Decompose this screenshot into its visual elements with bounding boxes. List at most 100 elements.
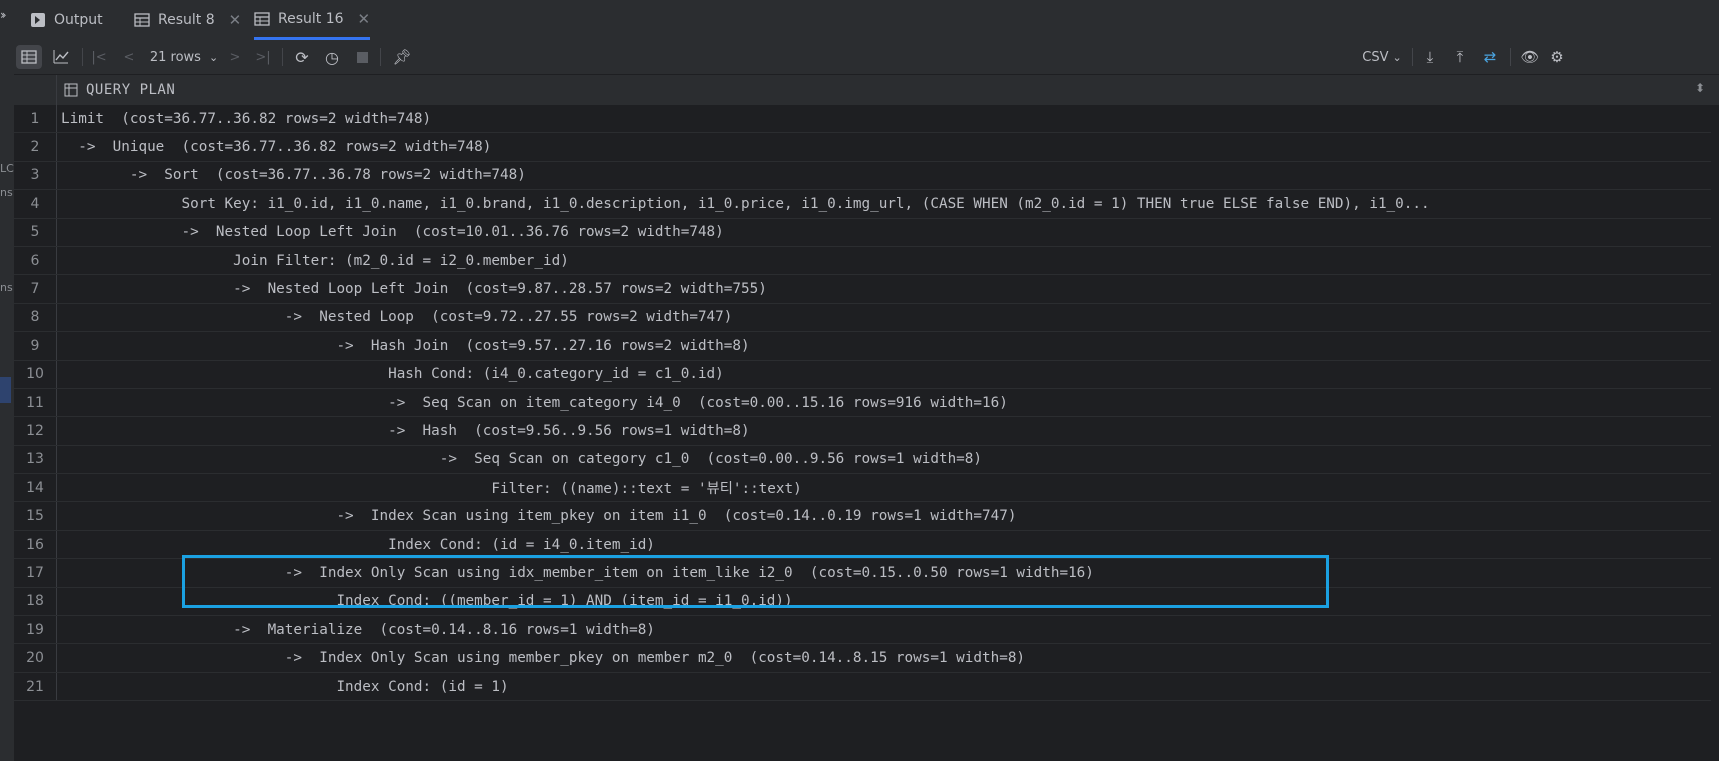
expand-panel-icon[interactable]: ›› <box>0 8 6 22</box>
first-page-button[interactable]: |< <box>88 45 110 69</box>
table-row[interactable]: 17 -> Index Only Scan using idx_member_i… <box>14 559 1719 588</box>
query-plan-cell[interactable]: Limit (cost=36.77..36.82 rows=2 width=74… <box>61 105 1707 132</box>
upload-button[interactable]: ⤒ <box>1448 45 1472 69</box>
row-number: 5 <box>14 218 57 246</box>
table-row[interactable]: 8 -> Nested Loop (cost=9.72..27.55 rows=… <box>14 303 1719 333</box>
query-plan-cell[interactable]: Sort Key: i1_0.id, i1_0.name, i1_0.brand… <box>61 190 1707 217</box>
query-plan-cell[interactable]: Index Cond: (id = 1) <box>61 673 1707 700</box>
export-format-label: CSV <box>1362 49 1389 65</box>
row-number: 18 <box>14 587 57 616</box>
query-plan-cell[interactable]: -> Nested Loop Left Join (cost=9.87..28.… <box>61 275 1707 302</box>
table-row[interactable]: 11 -> Seq Scan on item_category i4_0 (co… <box>14 388 1719 418</box>
table-row[interactable]: 4 Sort Key: i1_0.id, i1_0.name, i1_0.bra… <box>14 190 1719 219</box>
auto-refresh-button[interactable]: ◷ <box>320 45 344 69</box>
query-plan-cell[interactable]: Index Cond: ((member_id = 1) AND (item_i… <box>61 588 1707 615</box>
table-row[interactable]: 13 -> Seq Scan on category c1_0 (cost=0.… <box>14 445 1719 475</box>
table-row[interactable]: 12 -> Hash (cost=9.56..9.56 rows=1 width… <box>14 417 1719 446</box>
next-page-button[interactable]: > <box>224 45 246 69</box>
last-page-button[interactable]: >| <box>252 45 274 69</box>
grid-header: QUERY PLAN ⬍ <box>14 75 1719 106</box>
table-view-button[interactable] <box>16 45 42 69</box>
refresh-button[interactable]: ⟳ <box>290 45 314 69</box>
row-number: 3 <box>14 161 57 190</box>
row-number: 13 <box>14 445 57 474</box>
clock-icon: ◷ <box>325 47 339 67</box>
query-plan-cell[interactable]: -> Sort (cost=36.77..36.78 rows=2 width=… <box>61 162 1707 189</box>
query-plan-cell[interactable]: -> Materialize (cost=0.14..8.16 rows=1 w… <box>61 616 1707 643</box>
rows-count-dropdown[interactable]: 21 rows ⌄ <box>148 45 220 69</box>
query-plan-cell[interactable]: -> Index Only Scan using member_pkey on … <box>61 644 1707 671</box>
column-title: QUERY PLAN <box>86 82 176 98</box>
chart-view-button[interactable] <box>48 45 74 69</box>
query-plan-cell[interactable]: -> Nested Loop Left Join (cost=10.01..36… <box>61 219 1707 246</box>
chevron-down-icon: ⌄ <box>1392 50 1402 64</box>
view-options-button[interactable]: 👁︎ <box>1518 45 1542 69</box>
row-number: 6 <box>14 246 57 275</box>
settings-button[interactable]: ⚙ <box>1546 45 1568 69</box>
table-row[interactable]: 14 Filter: ((name)::text = '뷰티'::text) <box>14 474 1719 503</box>
stop-button[interactable] <box>350 45 374 69</box>
query-plan-cell[interactable]: Index Cond: (id = i4_0.item_id) <box>61 531 1707 558</box>
table-row[interactable]: 2 -> Unique (cost=36.77..36.82 rows=2 wi… <box>14 133 1719 162</box>
refresh-icon: ⟳ <box>295 47 309 67</box>
table-row[interactable]: 15 -> Index Scan using item_pkey on item… <box>14 502 1719 531</box>
query-plan-cell[interactable]: -> Unique (cost=36.77..36.82 rows=2 widt… <box>61 133 1707 160</box>
upload-icon: ⤒ <box>1456 48 1464 66</box>
row-number: 2 <box>14 133 57 161</box>
query-plan-cell[interactable]: Hash Cond: (i4_0.category_id = c1_0.id) <box>61 361 1707 388</box>
vertical-scrollbar[interactable] <box>1711 105 1719 761</box>
sort-icon[interactable]: ⬍ <box>1695 81 1705 95</box>
tab-label: Output <box>54 12 103 28</box>
tab-output[interactable]: Output <box>30 0 103 40</box>
table-row[interactable]: 9 -> Hash Join (cost=9.57..27.16 rows=2 … <box>14 332 1719 361</box>
rows-count-label: 21 rows <box>149 49 201 65</box>
table-row[interactable]: 10 Hash Cond: (i4_0.category_id = c1_0.i… <box>14 360 1719 389</box>
query-plan-cell[interactable]: Join Filter: (m2_0.id = i2_0.member_id) <box>61 247 1707 274</box>
chevron-right-icon: > <box>229 49 241 65</box>
query-plan-cell[interactable]: -> Hash Join (cost=9.57..27.16 rows=2 wi… <box>61 332 1707 359</box>
close-icon[interactable]: ✕ <box>358 10 371 28</box>
left-side-strip: ›› LC ns ns <box>0 0 15 761</box>
query-plan-cell[interactable]: -> Nested Loop (cost=9.72..27.55 rows=2 … <box>61 304 1707 331</box>
toolbar-separator <box>380 48 381 66</box>
table-row[interactable]: 1 Limit (cost=36.77..36.82 rows=2 width=7… <box>14 105 1719 134</box>
close-icon[interactable]: ✕ <box>229 11 242 29</box>
download-icon: ⤓ <box>1426 48 1434 66</box>
table-row[interactable]: 6 Join Filter: (m2_0.id = i2_0.member_id… <box>14 246 1719 276</box>
row-number: 15 <box>14 502 57 530</box>
query-plan-cell[interactable]: Filter: ((name)::text = '뷰티'::text) <box>61 474 1707 501</box>
line-chart-icon <box>53 50 69 64</box>
table-row[interactable]: 5 -> Nested Loop Left Join (cost=10.01..… <box>14 218 1719 247</box>
table-row[interactable]: 21 Index Cond: (id = 1) <box>14 672 1719 702</box>
query-plan-cell[interactable]: -> Hash (cost=9.56..9.56 rows=1 width=8) <box>61 417 1707 444</box>
tab-label: Result 16 <box>278 10 344 27</box>
row-number: 10 <box>14 360 57 388</box>
table-row[interactable]: 19 -> Materialize (cost=0.14..8.16 rows=… <box>14 616 1719 645</box>
export-format-dropdown[interactable]: CSV ⌄ <box>1360 45 1404 69</box>
results-grid: QUERY PLAN ⬍ 1 Limit (cost=36.77..36.82 r… <box>14 75 1719 761</box>
column-header-query-plan[interactable]: QUERY PLAN <box>64 75 175 105</box>
compare-button[interactable]: ⇄ <box>1478 45 1502 69</box>
pin-tab-button[interactable]: 📌︎ <box>390 45 414 69</box>
table-row[interactable]: 20 -> Index Only Scan using member_pkey … <box>14 644 1719 673</box>
row-number: 21 <box>14 672 57 701</box>
export-button[interactable]: ⤓ <box>1418 45 1442 69</box>
table-view-icon <box>21 50 37 64</box>
table-row[interactable]: 7 -> Nested Loop Left Join (cost=9.87..2… <box>14 275 1719 304</box>
row-number: 9 <box>14 332 57 360</box>
stop-icon <box>356 51 368 63</box>
previous-page-button[interactable]: < <box>118 45 140 69</box>
query-plan-cell[interactable]: -> Index Scan using item_pkey on item i1… <box>61 502 1707 529</box>
tab-result-16[interactable]: Result 16 ✕ <box>254 0 371 40</box>
toolbar-separator <box>1510 48 1511 66</box>
tab-result-8[interactable]: Result 8 ✕ <box>134 0 241 40</box>
table-row[interactable]: 18 Index Cond: ((member_id = 1) AND (ite… <box>14 587 1719 617</box>
query-plan-cell[interactable]: -> Seq Scan on item_category i4_0 (cost=… <box>61 389 1707 416</box>
query-plan-cell[interactable]: -> Index Only Scan using idx_member_item… <box>61 559 1707 586</box>
tab-label: Result 8 <box>158 12 215 28</box>
table-grid-icon <box>134 13 150 27</box>
table-row[interactable]: 3 -> Sort (cost=36.77..36.78 rows=2 widt… <box>14 161 1719 191</box>
query-plan-cell[interactable]: -> Seq Scan on category c1_0 (cost=0.00.… <box>61 446 1707 473</box>
table-row[interactable]: 16 Index Cond: (id = i4_0.item_id) <box>14 530 1719 560</box>
toolbar-separator <box>1412 48 1413 66</box>
